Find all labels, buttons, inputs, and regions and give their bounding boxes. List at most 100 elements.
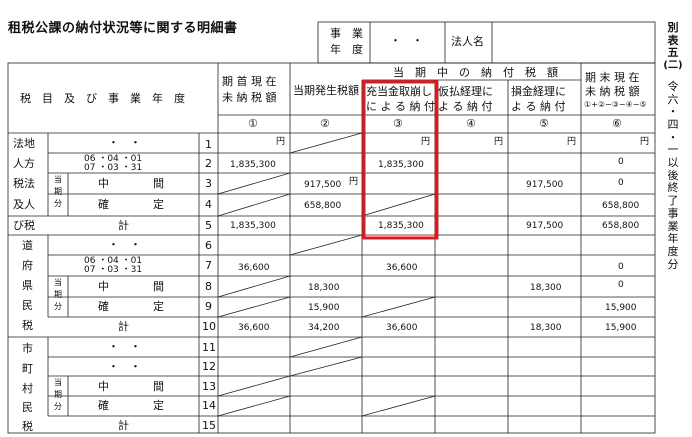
group-label-fuken: 県 [22, 279, 33, 292]
value-cell: 917,500 [304, 180, 342, 190]
line-number: 13 [202, 380, 216, 393]
yen-mark-c6: 円 [640, 137, 650, 147]
line-number: 5 [205, 219, 212, 232]
kakutei-label: 確 定 [98, 399, 164, 412]
value-cell: 0 [618, 262, 624, 272]
group-header: 当 期 中 の 納 付 税 額 [393, 66, 558, 79]
col-number-6: ⑥ [612, 117, 622, 130]
col5-header-line2: よ る 納 付 [511, 100, 566, 113]
value-cell: 0 [618, 178, 624, 188]
group-label-hojin: 法地 [13, 137, 35, 150]
value-cell: 15,900 [605, 303, 637, 313]
header-info-box [317, 21, 656, 64]
value-cell: 1,835,300 [230, 221, 276, 231]
form-id-char: 四 [667, 117, 679, 131]
form-id-char: 事 [667, 206, 679, 220]
col-number-1: ① [248, 117, 258, 130]
col4-header-line1: 仮払経理に [438, 85, 493, 98]
toki-label: 期 [54, 187, 62, 196]
table-grid [7, 21, 656, 434]
toki-label: 当 [54, 175, 62, 184]
group-label-hojin: 税法 [13, 177, 35, 190]
value-cell: 0 [618, 157, 624, 167]
toki-label: 分 [54, 199, 62, 208]
group-label-fuken: 府 [22, 259, 33, 272]
form-id-char: 了 [667, 194, 679, 208]
value-cell: 15,900 [308, 303, 340, 313]
line-number: 6 [205, 239, 212, 252]
col1-header-line1: 期 首 現 在 [222, 75, 277, 88]
value-cell: 1,835,300 [230, 160, 276, 170]
col5-header-line1: 損金経理に [511, 85, 566, 98]
value-cell: 18,300 [530, 283, 562, 293]
toki-label: 当 [54, 278, 62, 287]
form-id-char: (二) [663, 60, 683, 72]
line-number: 1 [205, 138, 212, 151]
value-cell: 34,200 [308, 323, 340, 333]
col-number-4: ④ [466, 117, 476, 130]
group-label-fuken: 民 [22, 299, 33, 312]
value-cell: 15,900 [605, 323, 637, 333]
value-cell: 658,800 [602, 221, 640, 231]
chukan-label: 中 間 [98, 280, 164, 293]
value-cell: 917,500 [526, 221, 564, 231]
toki-label: 分 [54, 402, 62, 411]
line-number: 3 [205, 177, 212, 190]
period-end: 07 ・03 ・31 [84, 163, 143, 173]
kei-label: 計 [118, 219, 129, 232]
yen-mark-c4: 円 [494, 137, 504, 147]
corp-name-label: 法人名 [451, 35, 484, 48]
col6-header-line1: 期 末 現 在 [585, 71, 640, 84]
yen-mark-c3: 円 [421, 137, 431, 147]
jigyo-label-2: 年 度 [330, 43, 363, 56]
form-id-char: 度 [667, 244, 679, 258]
value-cell: 36,600 [238, 263, 270, 273]
group-label-shichoson: 市 [22, 342, 33, 355]
toki-label: 期 [54, 290, 62, 299]
jigyo-date-dots: ・ ・ [390, 34, 423, 47]
group-label-hojin: 及人 [13, 198, 35, 211]
yen-mark-c1: 円 [276, 137, 286, 147]
form-identifier: 別 表 五 (二) 令 六 ・ 四 ・ 一 以 後 終 了 事 業 年 度 分 [658, 21, 688, 271]
group-label-shichoson: 民 [22, 401, 33, 414]
col-number-5: ⑤ [539, 117, 549, 130]
kakutei-label: 確 定 [98, 300, 164, 313]
line-number: 7 [205, 259, 212, 272]
line-number: 8 [205, 280, 212, 293]
group-label-fuken: 税 [22, 319, 33, 332]
line-number: 2 [205, 157, 212, 170]
col6-header-formula: ①+②−③−④−⑤ [584, 100, 647, 109]
value-cell: 36,600 [386, 323, 418, 333]
empty-period-dots: ・ ・ [108, 340, 141, 353]
form-id-char: 別 [667, 21, 679, 34]
value-cell: 658,800 [304, 201, 342, 211]
line-number: 10 [202, 320, 216, 333]
row-label-header: 税 目 及 び 事 業 年 度 [20, 92, 185, 105]
toki-label: 期 [54, 390, 62, 399]
group-label-shichoson: 村 [22, 382, 33, 395]
value-cell: 18,300 [530, 323, 562, 333]
value-cell: 1,835,300 [378, 221, 424, 231]
col3-header-line1: 充当金取崩し [366, 85, 432, 98]
group-label-hojin: 人方 [13, 157, 35, 170]
chukan-label: 中 間 [98, 177, 164, 190]
toki-label: 当 [54, 378, 62, 387]
yen-mark-r3-c2: 円 [349, 177, 359, 187]
empty-period-dots: ・ ・ [108, 360, 141, 373]
line-number: 11 [202, 341, 216, 354]
group-label-shichoson: 税 [22, 420, 33, 433]
line-number: 14 [202, 399, 216, 412]
kei-label: 計 [118, 419, 129, 432]
col4-header-line2: よ る 納 付 [438, 100, 493, 113]
col-number-2: ② [320, 117, 330, 130]
yen-mark-c5: 円 [567, 137, 577, 147]
col-number-3: ③ [393, 117, 403, 130]
form-id-char: 以 [667, 156, 679, 170]
empty-period-dots: ・ ・ [108, 238, 141, 251]
kei-label: 計 [118, 320, 129, 333]
value-cell: 1,835,300 [378, 160, 424, 170]
jigyo-label-1: 事 業 [330, 27, 363, 40]
col1-header-line2: 未 納 税 額 [222, 91, 277, 104]
toki-label: 分 [54, 302, 62, 311]
group-label-shichoson: 町 [22, 362, 33, 375]
